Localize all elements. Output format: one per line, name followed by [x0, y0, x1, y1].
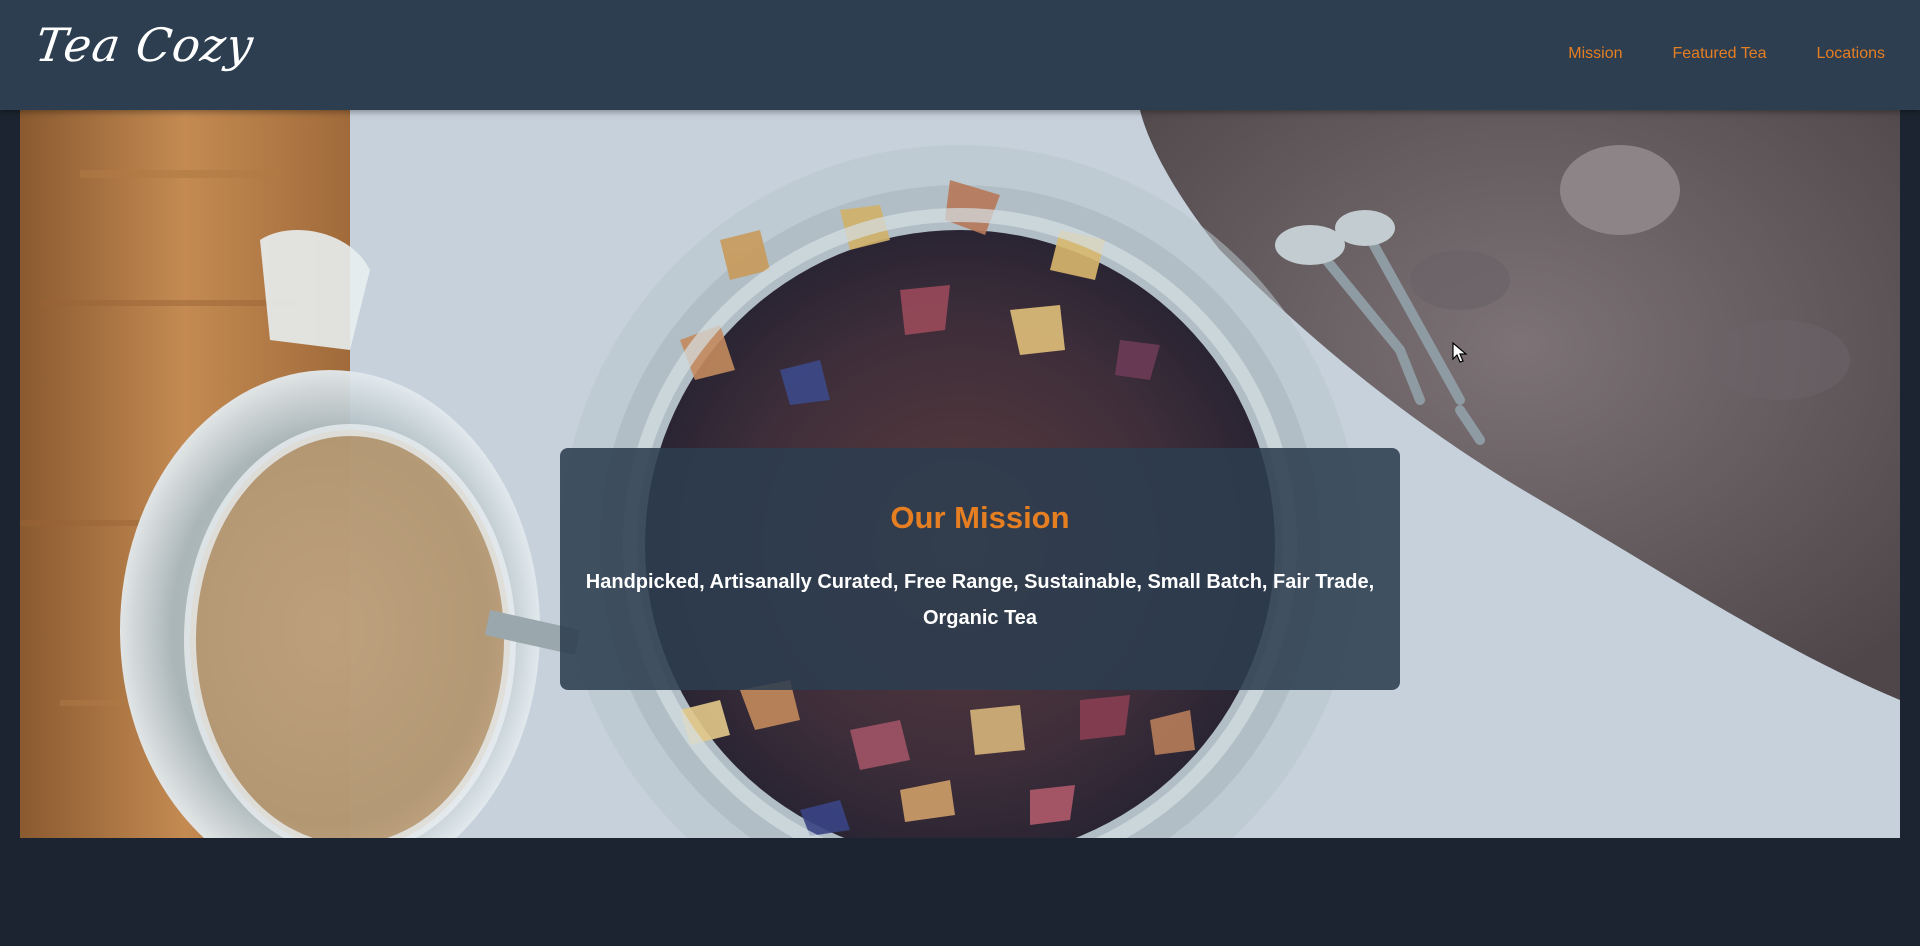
cursor-arrow-icon [1452, 342, 1468, 363]
mission-card: Our Mission Handpicked, Artisanally Cura… [560, 448, 1400, 690]
nav-link-mission[interactable]: Mission [1568, 45, 1622, 63]
hero-section: Our Mission Handpicked, Artisanally Cura… [20, 110, 1900, 838]
mission-text: Handpicked, Artisanally Curated, Free Ra… [585, 571, 1375, 629]
site-header: Tea Cozy Mission Featured Tea Locations [0, 0, 1920, 110]
mission-title: Our Mission [890, 500, 1070, 535]
nav-link-locations[interactable]: Locations [1817, 45, 1886, 63]
nav-link-featured-tea[interactable]: Featured Tea [1673, 45, 1767, 63]
main-nav: Mission Featured Tea Locations [1568, 45, 1885, 63]
logo[interactable]: Tea Cozy [32, 18, 257, 72]
